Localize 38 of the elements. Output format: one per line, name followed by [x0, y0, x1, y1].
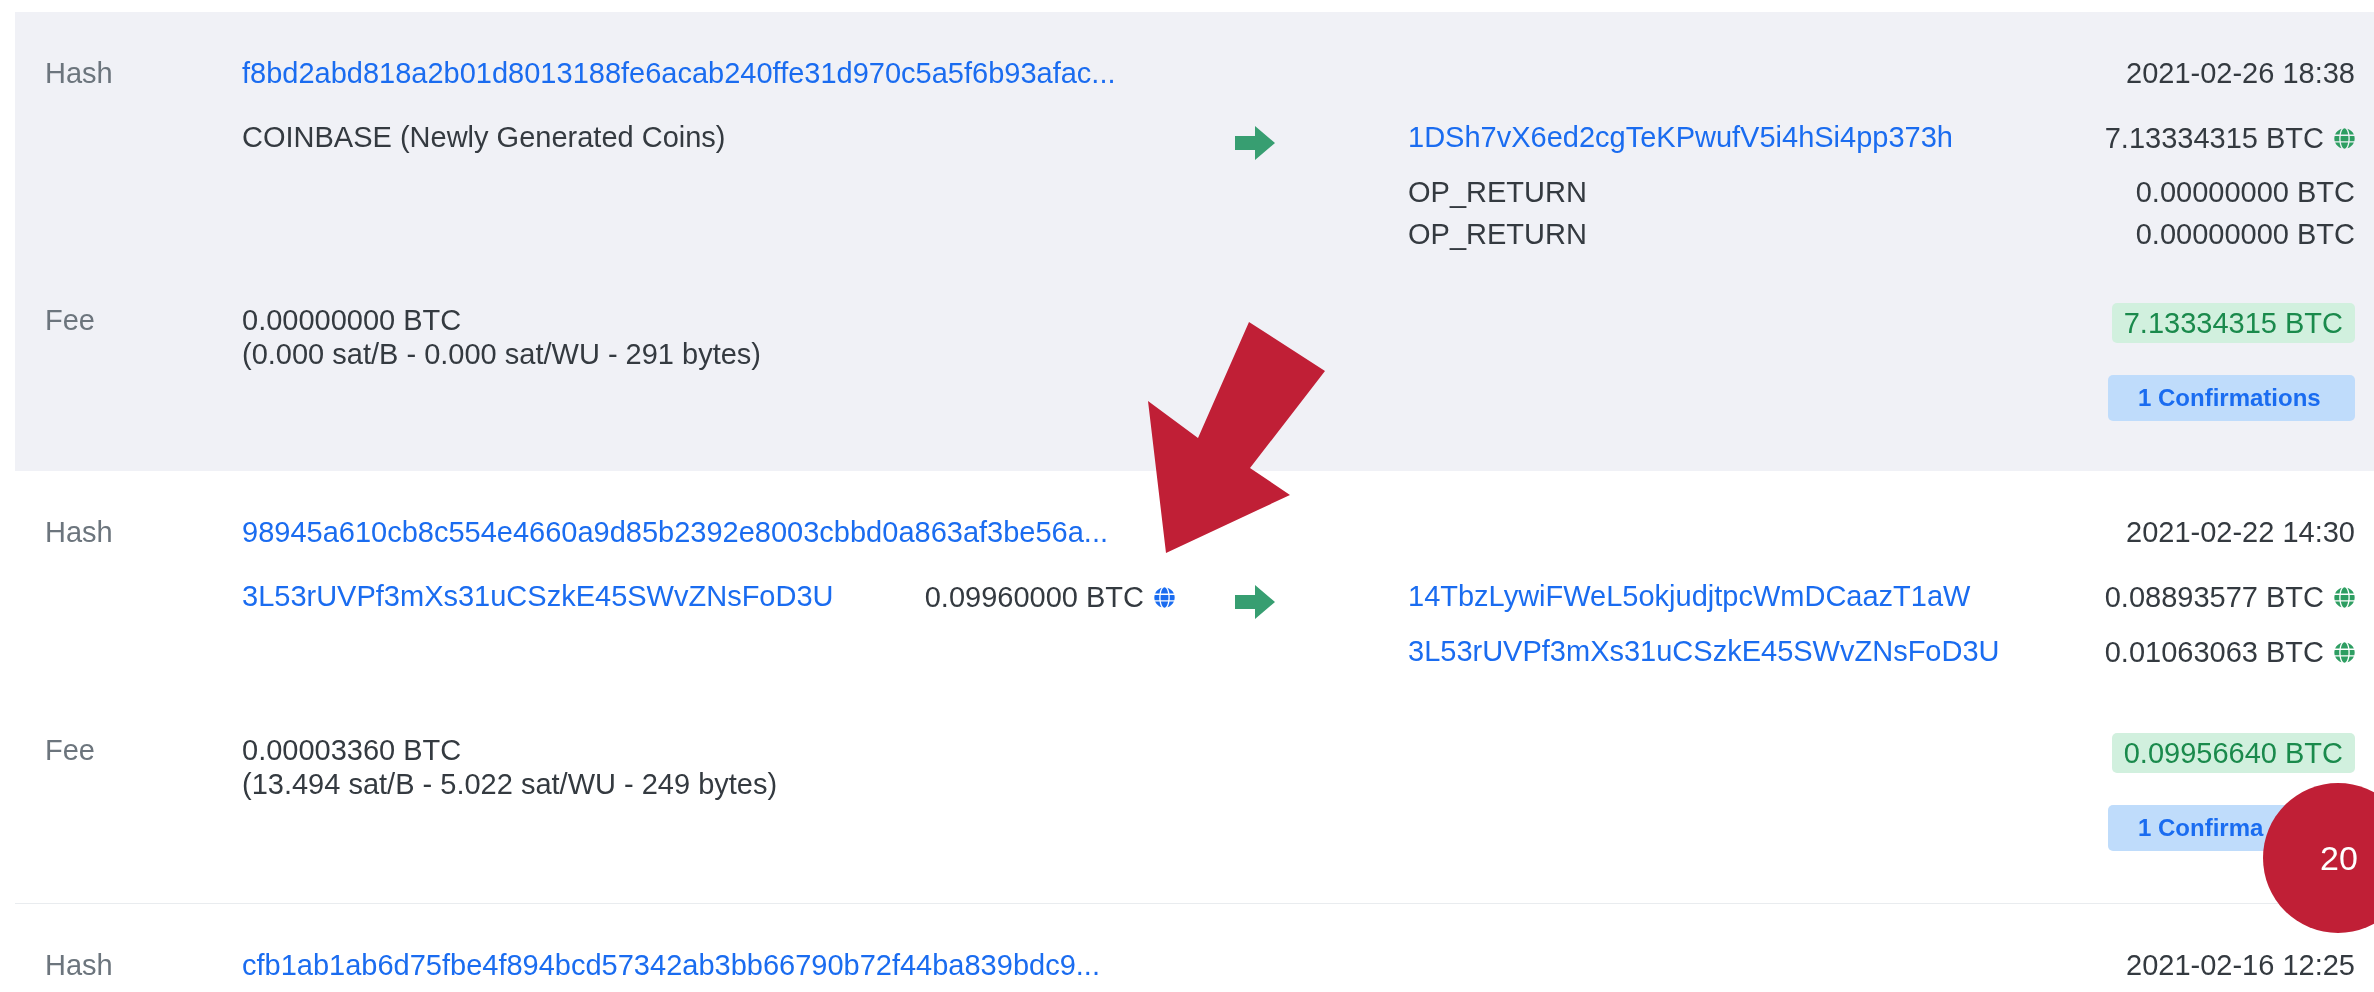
fee-label: Fee	[45, 733, 96, 768]
globe-icon[interactable]	[2334, 127, 2355, 149]
right-arrow-icon	[1235, 585, 1275, 619]
confirmations-badge: 1 Confirmations	[2108, 375, 2355, 421]
timestamp: 2021-02-16 12:25	[2126, 948, 2355, 982]
total-amount-badge: 0.09956640 BTC	[2111, 733, 2355, 773]
hash-link[interactable]: 98945a610cb8c554e4660a9d85b2392e8003cbbd0a863af3be56a...	[242, 515, 1109, 549]
output-amount: 0.08893577 BTC	[2104, 580, 2324, 614]
address-link[interactable]: 1DSh7vX6ed2cgTeKPwufV5i4hSi4pp373h	[1408, 120, 1953, 154]
address-link[interactable]: 14TbzLywiFWeL5okjudjtpcWmDCaazT1aW	[1408, 579, 1971, 613]
globe-icon[interactable]	[2334, 641, 2355, 663]
number-marker: 20	[2263, 783, 2374, 933]
hash-label: Hash	[45, 515, 114, 549]
fee-amount: 0.00003360 BTC	[242, 733, 463, 767]
globe-icon[interactable]	[2334, 586, 2355, 608]
fee-details: (0.000 sat/B - 0.000 sat/WU - 291 bytes)	[242, 337, 761, 371]
output-amount: 0.00000000 BTC	[2135, 217, 2355, 251]
output-amount: 7.13334315 BTC	[2104, 121, 2324, 155]
hash-label: Hash	[45, 56, 114, 90]
right-arrow-icon	[1235, 126, 1275, 160]
script-label: OP_RETURN	[1408, 217, 1587, 251]
script-label: OP_RETURN	[1408, 175, 1587, 209]
fee-amount: 0.00000000 BTC	[242, 303, 463, 337]
fee-details: (13.494 sat/B - 5.022 sat/WU - 249 bytes)	[242, 767, 778, 801]
timestamp: 2021-02-22 14:30	[2126, 515, 2355, 549]
coinbase-label: COINBASE (Newly Generated Coins)	[242, 120, 726, 154]
timestamp: 2021-02-26 18:38	[2126, 56, 2355, 90]
input-amount: 0.09960000 BTC	[924, 580, 1144, 614]
hash-link[interactable]: cfb1ab1ab6d75fbe4f894bcd57342ab3bb66790b72f44ba839bdc9...	[242, 948, 1100, 982]
address-link[interactable]: 3L53rUVPf3mXs31uCSzkE45SWvZNsFoD3U	[1408, 634, 2000, 668]
hash-label: Hash	[45, 948, 114, 982]
fee-label: Fee	[45, 303, 96, 338]
address-link[interactable]: 3L53rUVPf3mXs31uCSzkE45SWvZNsFoD3U	[242, 579, 834, 613]
hash-link[interactable]: f8bd2abd818a2b01d8013188fe6acab240ffe31d970c5a5f6b93afac...	[242, 56, 1116, 90]
output-amount: 0.01063063 BTC	[2104, 635, 2324, 669]
output-amount: 0.00000000 BTC	[2135, 175, 2355, 209]
globe-icon[interactable]	[1154, 586, 1175, 608]
total-amount-badge: 7.13334315 BTC	[2111, 303, 2355, 343]
